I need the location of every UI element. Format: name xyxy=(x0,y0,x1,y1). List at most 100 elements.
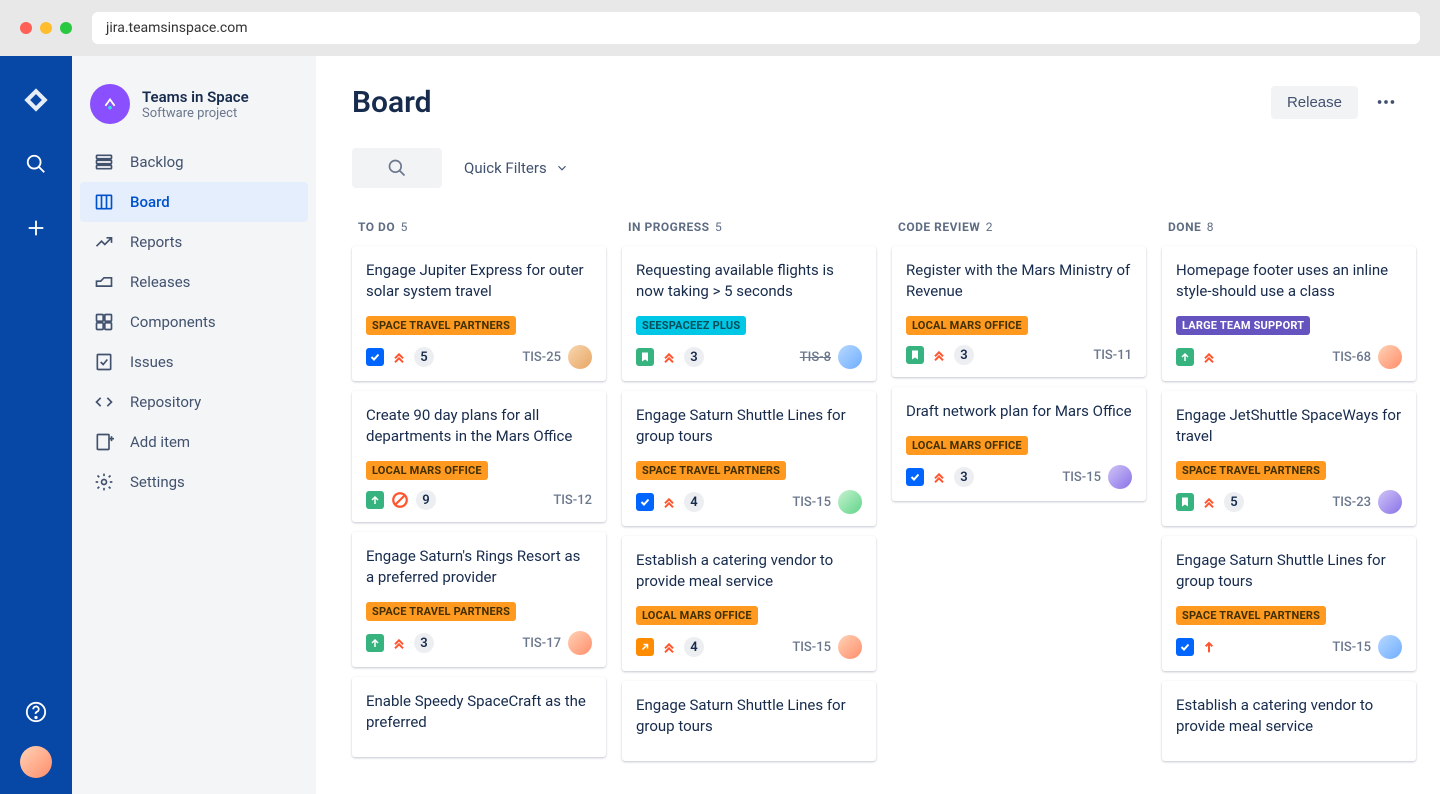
assignee-avatar[interactable] xyxy=(838,345,862,369)
card-tag: LOCAL MARS OFFICE xyxy=(366,461,488,480)
ticket-id: TIS-15 xyxy=(1062,470,1101,485)
app-root: Teams in Space Software project Backlog B… xyxy=(0,56,1440,794)
search-icon[interactable] xyxy=(16,144,56,184)
column-header: TO DO 5 xyxy=(352,210,606,246)
add-item-icon xyxy=(94,432,114,452)
board-card[interactable]: Requesting available flights is now taki… xyxy=(622,246,876,381)
story-points-badge: 3 xyxy=(954,467,974,487)
board-card[interactable]: Establish a catering vendor to provide m… xyxy=(622,536,876,671)
create-icon[interactable] xyxy=(16,208,56,248)
assignee-avatar[interactable] xyxy=(1378,490,1402,514)
close-window-button[interactable] xyxy=(20,22,32,34)
board-card[interactable]: Enable Speedy SpaceCraft as the preferre… xyxy=(352,677,606,757)
assignee-avatar[interactable] xyxy=(1378,635,1402,659)
sidebar-item-label: Components xyxy=(130,313,216,331)
board: TO DO 5 Engage Jupiter Express for outer … xyxy=(352,210,1404,761)
assignee-avatar[interactable] xyxy=(838,635,862,659)
url-bar[interactable]: jira.teamsinspace.com xyxy=(92,12,1420,44)
card-tag: LOCAL MARS OFFICE xyxy=(906,436,1028,455)
project-icon xyxy=(90,84,130,124)
priority-highest-icon xyxy=(931,347,947,363)
current-user-avatar[interactable] xyxy=(20,746,52,778)
card-footer: 3 TIS-15 xyxy=(906,465,1132,489)
task-type-icon xyxy=(366,348,384,366)
assignee-avatar[interactable] xyxy=(568,631,592,655)
column-count: 8 xyxy=(1207,220,1214,234)
priority-highest-icon xyxy=(391,349,407,365)
card-title: Register with the Mars Ministry of Reven… xyxy=(906,260,1132,302)
board-card[interactable]: Establish a catering vendor to provide m… xyxy=(1162,681,1416,761)
priority-highest-icon xyxy=(661,639,677,655)
minimize-window-button[interactable] xyxy=(40,22,52,34)
card-title: Engage Jupiter Express for outer solar s… xyxy=(366,260,592,302)
card-tag: SPACE TRAVEL PARTNERS xyxy=(366,316,516,335)
board-card[interactable]: Homepage footer uses an inline style-sho… xyxy=(1162,246,1416,381)
more-actions-icon[interactable] xyxy=(1368,84,1404,120)
project-header[interactable]: Teams in Space Software project xyxy=(80,80,308,142)
chevron-down-icon xyxy=(555,161,569,175)
quick-filters-dropdown[interactable]: Quick Filters xyxy=(464,159,569,177)
sidebar-item-label: Backlog xyxy=(130,153,184,171)
assignee-avatar[interactable] xyxy=(1378,345,1402,369)
assignee-avatar[interactable] xyxy=(568,345,592,369)
help-icon[interactable] xyxy=(16,692,56,732)
backlog-icon xyxy=(94,152,114,172)
card-footer: 3TIS-8 xyxy=(636,345,862,369)
priority-highest-icon xyxy=(391,635,407,651)
sidebar-item-backlog[interactable]: Backlog xyxy=(80,142,308,182)
board-column: DONE 8Homepage footer uses an inline sty… xyxy=(1162,210,1416,761)
board-icon xyxy=(94,192,114,212)
sidebar-item-releases[interactable]: Releases xyxy=(80,262,308,302)
card-tag: SPACE TRAVEL PARTNERS xyxy=(636,461,786,480)
sidebar-item-board[interactable]: Board xyxy=(80,182,308,222)
sidebar-item-components[interactable]: Components xyxy=(80,302,308,342)
ticket-id: TIS-23 xyxy=(1332,495,1371,510)
ticket-id: TIS-68 xyxy=(1332,350,1371,365)
column-title: CODE REVIEW xyxy=(898,220,980,234)
sidebar-item-repository[interactable]: Repository xyxy=(80,382,308,422)
board-card[interactable]: Register with the Mars Ministry of Reven… xyxy=(892,246,1146,377)
card-footer: 4TIS-15 xyxy=(636,635,862,659)
column-header: DONE 8 xyxy=(1162,210,1416,246)
priority-highest-icon xyxy=(1201,494,1217,510)
board-card[interactable]: Engage Saturn Shuttle Lines for group to… xyxy=(622,681,876,761)
card-footer: 4TIS-15 xyxy=(636,490,862,514)
sidebar-item-label: Releases xyxy=(130,273,190,291)
ticket-id: TIS-15 xyxy=(792,640,831,655)
global-nav-rail xyxy=(0,56,72,794)
ticket-id: TIS-12 xyxy=(553,493,592,508)
sidebar-item-reports[interactable]: Reports xyxy=(80,222,308,262)
sidebar-item-label: Reports xyxy=(130,233,182,251)
board-card[interactable]: Engage JetShuttle SpaceWays for travel SP… xyxy=(1162,391,1416,526)
board-card[interactable]: Create 90 day plans for all departments … xyxy=(352,391,606,522)
sidebar-item-issues[interactable]: Issues xyxy=(80,342,308,382)
main-content: Board Release Quick Filters TO DO 5 Engag… xyxy=(316,56,1440,794)
task-type-icon xyxy=(1176,638,1194,656)
reports-icon xyxy=(94,232,114,252)
board-card[interactable]: Draft network plan for Mars OfficeLOCAL … xyxy=(892,387,1146,501)
atlassian-logo-icon[interactable] xyxy=(16,80,56,120)
release-button[interactable]: Release xyxy=(1271,86,1358,119)
card-tag: SPACE TRAVEL PARTNERS xyxy=(1176,461,1326,480)
board-column: IN PROGRESS 5Requesting available flight… xyxy=(622,210,876,761)
card-title: Engage Saturn Shuttle Lines for group to… xyxy=(636,405,862,447)
sidebar-item-settings[interactable]: Settings xyxy=(80,462,308,502)
page-header: Board Release xyxy=(352,84,1404,120)
card-title: Create 90 day plans for all departments … xyxy=(366,405,592,447)
sidebar-item-add-item[interactable]: Add item xyxy=(80,422,308,462)
card-title: Engage Saturn's Rings Resort as a prefer… xyxy=(366,546,592,588)
board-search-input[interactable] xyxy=(352,148,442,188)
card-title: Engage JetShuttle SpaceWays for travel xyxy=(1176,405,1402,447)
assignee-avatar[interactable] xyxy=(1108,465,1132,489)
maximize-window-button[interactable] xyxy=(60,22,72,34)
sidebar-item-label: Board xyxy=(130,193,170,211)
board-card[interactable]: Engage Saturn Shuttle Lines for group to… xyxy=(622,391,876,526)
card-tag: SEESPACEEZ PLUS xyxy=(636,316,746,335)
board-card[interactable]: Engage Jupiter Express for outer solar s… xyxy=(352,246,606,381)
board-card[interactable]: Engage Saturn Shuttle Lines for group to… xyxy=(1162,536,1416,671)
assignee-avatar[interactable] xyxy=(838,490,862,514)
project-subtitle: Software project xyxy=(142,106,249,121)
card-footer: 3TIS-11 xyxy=(906,345,1132,365)
traffic-lights xyxy=(20,22,72,34)
board-card[interactable]: Engage Saturn's Rings Resort as a prefer… xyxy=(352,532,606,667)
